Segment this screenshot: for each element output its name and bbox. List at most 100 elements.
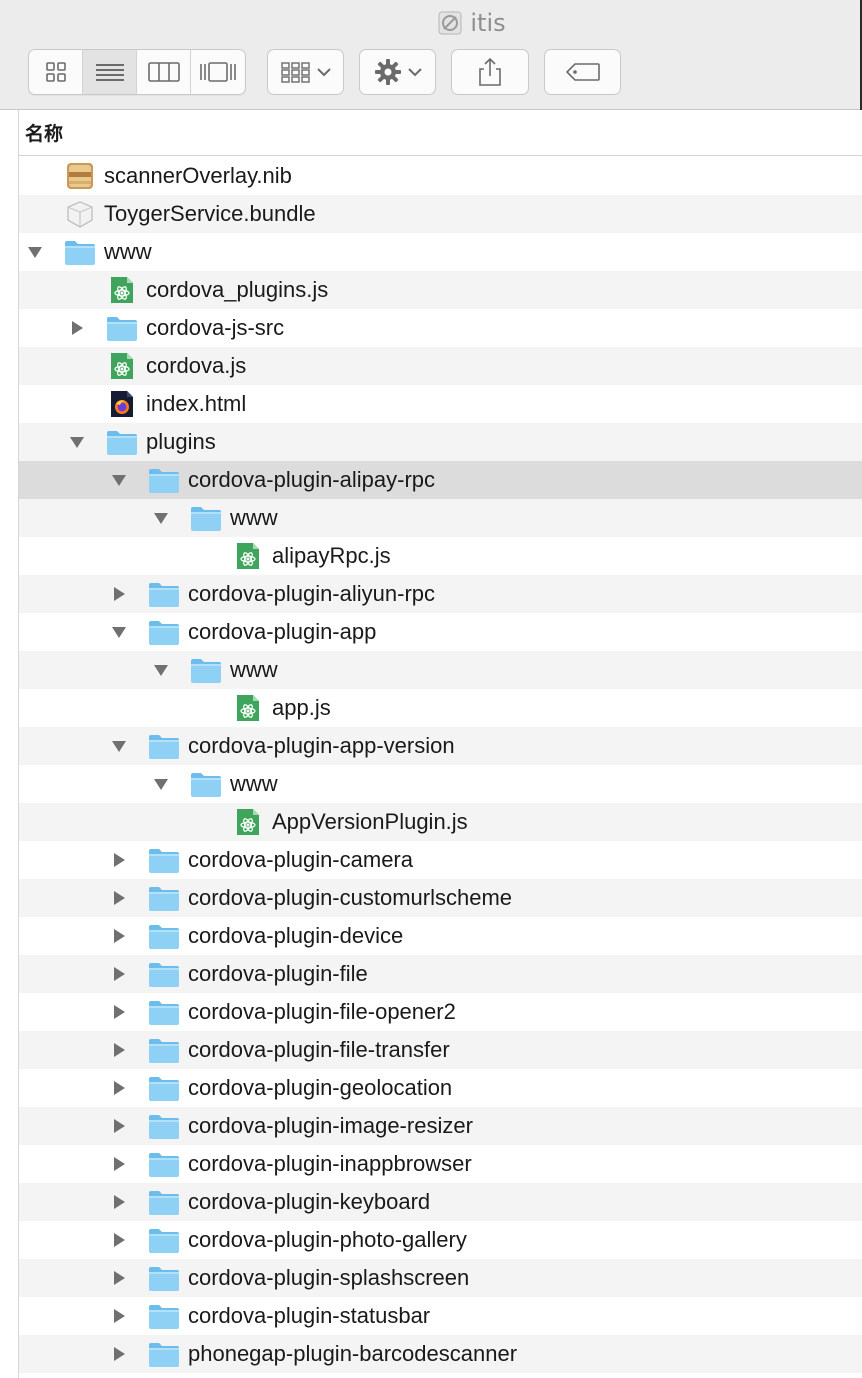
disclosure-triangle-right-icon[interactable] <box>112 1043 126 1057</box>
action-button[interactable] <box>359 49 436 95</box>
folder-row[interactable]: www <box>19 233 862 271</box>
folder-row[interactable]: cordova-js-src <box>19 309 862 347</box>
folder-row[interactable]: cordova-plugin-photo-gallery <box>19 1221 862 1259</box>
disclosure-triangle-down-icon[interactable] <box>154 777 168 791</box>
disclosure-triangle-right-icon[interactable] <box>112 853 126 867</box>
disclosure-triangle-down-icon[interactable] <box>70 435 84 449</box>
disclosure-triangle-right-icon[interactable] <box>112 891 126 905</box>
disclosure-triangle-right-icon[interactable] <box>112 1271 126 1285</box>
file-row[interactable]: ToygerService.bundle <box>19 195 862 233</box>
folder-row[interactable]: cordova-plugin-app-version <box>19 727 862 765</box>
column-view-button[interactable] <box>137 50 191 94</box>
js-icon <box>232 542 264 570</box>
folder-row[interactable]: cordova-plugin-device <box>19 917 862 955</box>
folder-icon <box>148 1302 180 1330</box>
folder-row[interactable]: cordova-plugin-file-transfer <box>19 1031 862 1069</box>
disclosure-triangle-down-icon[interactable] <box>28 245 42 259</box>
folder-icon <box>64 238 96 266</box>
folder-row[interactable]: cordova-plugin-file <box>19 955 862 993</box>
item-name: cordova-plugin-file-transfer <box>188 1037 450 1062</box>
item-name: cordova-plugin-keyboard <box>188 1189 431 1214</box>
disclosure-triangle-right-icon[interactable] <box>112 1347 126 1361</box>
disclosure-triangle-right-icon[interactable] <box>112 967 126 981</box>
disclosure-triangle-right-icon[interactable] <box>112 1195 126 1209</box>
window-title-bar: itis <box>0 6 862 40</box>
folder-row[interactable]: cordova-plugin-keyboard <box>19 1183 862 1221</box>
name-column-label: 名称 <box>25 123 64 145</box>
folder-icon <box>106 428 138 456</box>
folder-row[interactable]: www <box>19 651 862 689</box>
folder-icon <box>148 1074 180 1102</box>
group-by-button[interactable] <box>267 49 344 95</box>
item-name: cordova-plugin-app <box>188 619 377 644</box>
item-name: cordova.js <box>146 353 247 378</box>
item-name: cordova-plugin-photo-gallery <box>188 1227 467 1252</box>
folder-row[interactable]: cordova-plugin-image-resizer <box>19 1107 862 1145</box>
item-name: cordova-plugin-splashscreen <box>188 1265 470 1290</box>
item-name: www <box>230 771 278 796</box>
file-row[interactable]: cordova.js <box>19 347 862 385</box>
file-row[interactable]: index.html <box>19 385 862 423</box>
folder-icon <box>148 922 180 950</box>
folder-row[interactable]: www <box>19 499 862 537</box>
grid-icon <box>45 62 66 82</box>
folder-row[interactable]: cordova-plugin-camera <box>19 841 862 879</box>
disclosure-triangle-right-icon[interactable] <box>112 1157 126 1171</box>
file-list: scannerOverlay.nib ToygerService.bundle … <box>19 157 862 1373</box>
disclosure-triangle-down-icon[interactable] <box>112 473 126 487</box>
disclosure-triangle-right-icon[interactable] <box>112 1309 126 1323</box>
file-row[interactable]: scannerOverlay.nib <box>19 157 862 195</box>
folder-row[interactable]: cordova-plugin-customurlscheme <box>19 879 862 917</box>
item-name: cordova-plugin-image-resizer <box>188 1113 473 1138</box>
disclosure-triangle-down-icon[interactable] <box>112 739 126 753</box>
folder-row[interactable]: www <box>19 765 862 803</box>
folder-row[interactable]: cordova-plugin-splashscreen <box>19 1259 862 1297</box>
disclosure-triangle-right-icon[interactable] <box>112 1233 126 1247</box>
columns-icon <box>147 62 180 82</box>
folder-row[interactable]: phonegap-plugin-barcodescanner <box>19 1335 862 1373</box>
group-grid-icon <box>280 62 310 83</box>
tag-icon <box>565 63 600 81</box>
name-column-header[interactable]: 名称 <box>19 110 862 156</box>
disclosure-triangle-right-icon[interactable] <box>112 1005 126 1019</box>
folder-icon <box>148 1264 180 1292</box>
folder-row[interactable]: plugins <box>19 423 862 461</box>
file-row[interactable]: app.js <box>19 689 862 727</box>
folder-row[interactable]: cordova-plugin-alipay-rpc <box>19 461 862 499</box>
disclosure-triangle-right-icon[interactable] <box>70 321 84 335</box>
html-icon <box>106 390 138 418</box>
share-button[interactable] <box>451 49 529 95</box>
folder-row[interactable]: cordova-plugin-geolocation <box>19 1069 862 1107</box>
file-row[interactable]: alipayRpc.js <box>19 537 862 575</box>
folder-row[interactable]: cordova-plugin-file-opener2 <box>19 993 862 1031</box>
window-title: itis <box>470 9 506 37</box>
item-name: app.js <box>272 695 331 720</box>
folder-row[interactable]: cordova-plugin-inappbrowser <box>19 1145 862 1183</box>
chevron-down-icon <box>316 68 331 77</box>
disclosure-triangle-down-icon[interactable] <box>154 663 168 677</box>
icon-view-button[interactable] <box>29 50 83 94</box>
folder-icon <box>148 1340 180 1368</box>
folder-icon <box>148 466 180 494</box>
nib-icon <box>64 162 96 190</box>
tag-button[interactable] <box>544 49 621 95</box>
list-view-button[interactable] <box>83 50 137 94</box>
disclosure-triangle-right-icon[interactable] <box>112 1081 126 1095</box>
folder-row[interactable]: cordova-plugin-aliyun-rpc <box>19 575 862 613</box>
disclosure-triangle-down-icon[interactable] <box>154 511 168 525</box>
disclosure-triangle-right-icon[interactable] <box>112 587 126 601</box>
file-row[interactable]: AppVersionPlugin.js <box>19 803 862 841</box>
disclosure-triangle-right-icon[interactable] <box>112 1119 126 1133</box>
file-row[interactable]: cordova_plugins.js <box>19 271 862 309</box>
disclosure-triangle-down-icon[interactable] <box>112 625 126 639</box>
disclosure-triangle-right-icon[interactable] <box>112 929 126 943</box>
folder-row[interactable]: cordova-plugin-statusbar <box>19 1297 862 1335</box>
folder-icon <box>148 1036 180 1064</box>
gallery-icon <box>200 62 236 82</box>
item-name: AppVersionPlugin.js <box>272 809 468 834</box>
item-name: index.html <box>146 391 247 416</box>
item-name: cordova-plugin-geolocation <box>188 1075 453 1100</box>
item-name: cordova-plugin-device <box>188 923 404 948</box>
folder-row[interactable]: cordova-plugin-app <box>19 613 862 651</box>
gallery-view-button[interactable] <box>191 50 245 94</box>
